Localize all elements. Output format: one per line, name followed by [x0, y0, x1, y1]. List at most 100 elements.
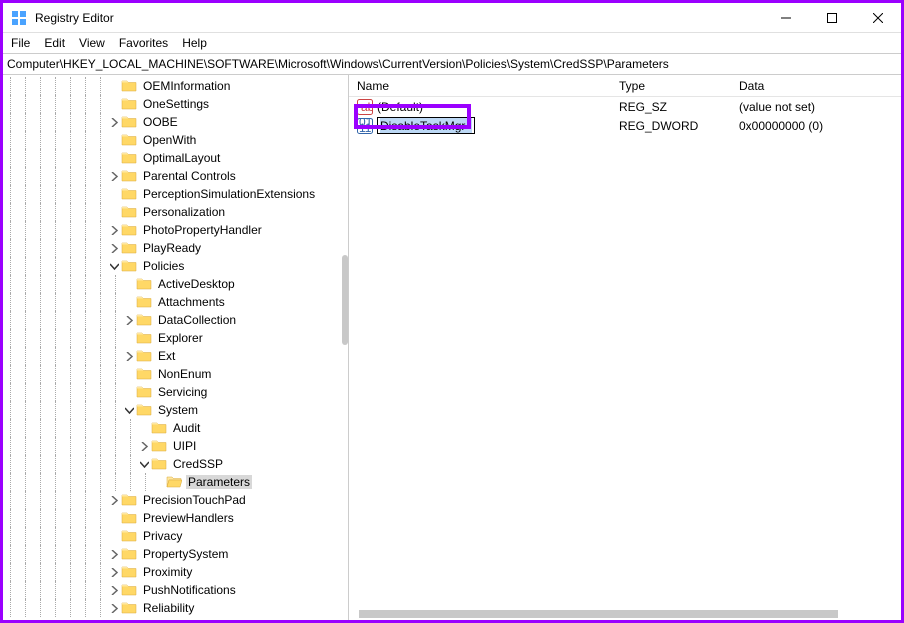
chevron-down-icon[interactable]	[138, 458, 150, 470]
chevron-right-icon[interactable]	[108, 242, 120, 254]
tree-node-label: Reliability	[141, 601, 196, 615]
chevron-down-icon[interactable]	[123, 404, 135, 416]
tree-node[interactable]: UIPI	[3, 437, 348, 455]
tree-node[interactable]: Parental Controls	[3, 167, 348, 185]
tree-node[interactable]: NonEnum	[3, 365, 348, 383]
tree-node[interactable]: Proximity	[3, 563, 348, 581]
minimize-button[interactable]	[763, 3, 809, 33]
menu-favorites[interactable]: Favorites	[119, 36, 168, 50]
tree-node[interactable]: Policies	[3, 257, 348, 275]
tree-node-label: Ext	[156, 349, 177, 363]
folder-icon	[121, 564, 141, 581]
tree-node-label: PushNotifications	[141, 583, 238, 597]
folder-icon	[121, 186, 141, 203]
tree-node[interactable]: Explorer	[3, 329, 348, 347]
chevron-right-icon[interactable]	[138, 440, 150, 452]
chevron-right-icon[interactable]	[108, 494, 120, 506]
folder-icon	[136, 276, 156, 293]
reg-dword-icon	[357, 118, 373, 134]
value-name: (Default)	[377, 100, 423, 114]
chevron-down-icon[interactable]	[108, 260, 120, 272]
tree-node-label: Personalization	[141, 205, 227, 219]
tree-node[interactable]: PlayReady	[3, 239, 348, 257]
tree-node[interactable]: CredSSP	[3, 455, 348, 473]
tree-node[interactable]: PreviewHandlers	[3, 509, 348, 527]
chevron-right-icon[interactable]	[108, 224, 120, 236]
tree-node[interactable]: Audit	[3, 419, 348, 437]
window-title: Registry Editor	[35, 11, 114, 25]
chevron-right-icon[interactable]	[123, 314, 135, 326]
list-row[interactable]: REG_DWORD0x00000000 (0)	[349, 116, 901, 135]
tree-node-label: PrecisionTouchPad	[141, 493, 248, 507]
tree-node[interactable]: ActiveDesktop	[3, 275, 348, 293]
rename-input[interactable]	[380, 118, 472, 133]
folder-icon	[121, 168, 141, 185]
folder-icon	[121, 222, 141, 239]
tree-node-label: PhotoPropertyHandler	[141, 223, 264, 237]
maximize-button[interactable]	[809, 3, 855, 33]
value-type: REG_SZ	[619, 100, 739, 114]
tree-node-label: PerceptionSimulationExtensions	[141, 187, 317, 201]
folder-icon	[151, 420, 171, 437]
tree-node[interactable]: PhotoPropertyHandler	[3, 221, 348, 239]
tree-node[interactable]: PrecisionTouchPad	[3, 491, 348, 509]
value-type: REG_DWORD	[619, 119, 739, 133]
menu-file[interactable]: File	[11, 36, 30, 50]
tree-pane[interactable]: OEMInformationOneSettingsOOBEOpenWithOpt…	[3, 75, 349, 620]
tree-node-label: Servicing	[156, 385, 209, 399]
chevron-right-icon[interactable]	[108, 170, 120, 182]
folder-icon	[136, 366, 156, 383]
tree-node-label: PreviewHandlers	[141, 511, 236, 525]
value-data: 0x00000000 (0)	[739, 119, 901, 133]
tree-scrollbar[interactable]	[342, 255, 348, 345]
tree-node[interactable]: Servicing	[3, 383, 348, 401]
tree-node-label: UIPI	[171, 439, 198, 453]
folder-icon	[121, 546, 141, 563]
folder-icon	[136, 348, 156, 365]
tree-node[interactable]: PropertySystem	[3, 545, 348, 563]
tree-node[interactable]: OptimalLayout	[3, 149, 348, 167]
folder-icon	[121, 150, 141, 167]
col-header-data[interactable]: Data	[739, 79, 901, 93]
tree-node[interactable]: Personalization	[3, 203, 348, 221]
close-button[interactable]	[855, 3, 901, 33]
rename-input-wrapper[interactable]	[377, 117, 475, 134]
chevron-right-icon[interactable]	[108, 548, 120, 560]
folder-icon	[121, 132, 141, 149]
tree-node[interactable]: DataCollection	[3, 311, 348, 329]
tree-node-label: NonEnum	[156, 367, 213, 381]
tree-node[interactable]: PushNotifications	[3, 581, 348, 599]
chevron-right-icon[interactable]	[108, 566, 120, 578]
col-header-type[interactable]: Type	[619, 79, 739, 93]
folder-icon	[121, 258, 141, 275]
list-pane[interactable]: Name Type Data (Default)REG_SZ(value not…	[349, 75, 901, 620]
tree-node[interactable]: Reliability	[3, 599, 348, 617]
app-icon	[11, 10, 27, 26]
chevron-right-icon[interactable]	[123, 350, 135, 362]
tree-node[interactable]: OOBE	[3, 113, 348, 131]
tree-node[interactable]: PerceptionSimulationExtensions	[3, 185, 348, 203]
tree-node[interactable]: OneSettings	[3, 95, 348, 113]
chevron-right-icon[interactable]	[108, 602, 120, 614]
tree-node-label: Privacy	[141, 529, 184, 543]
tree-node[interactable]: Ext	[3, 347, 348, 365]
address-path: Computer\HKEY_LOCAL_MACHINE\SOFTWARE\Mic…	[7, 57, 669, 71]
menu-help[interactable]: Help	[182, 36, 207, 50]
tree-node[interactable]: OEMInformation	[3, 77, 348, 95]
chevron-right-icon[interactable]	[108, 116, 120, 128]
folder-icon	[121, 528, 141, 545]
folder-icon	[151, 456, 171, 473]
folder-icon	[121, 582, 141, 599]
list-scrollbar-horizontal[interactable]	[359, 610, 891, 618]
tree-node[interactable]: Privacy	[3, 527, 348, 545]
list-row[interactable]: (Default)REG_SZ(value not set)	[349, 97, 901, 116]
tree-node[interactable]: OpenWith	[3, 131, 348, 149]
chevron-right-icon[interactable]	[108, 584, 120, 596]
menu-view[interactable]: View	[79, 36, 105, 50]
address-bar[interactable]: Computer\HKEY_LOCAL_MACHINE\SOFTWARE\Mic…	[3, 53, 901, 75]
tree-node[interactable]: System	[3, 401, 348, 419]
tree-node[interactable]: Attachments	[3, 293, 348, 311]
menu-edit[interactable]: Edit	[44, 36, 65, 50]
tree-node[interactable]: Parameters	[3, 473, 348, 491]
col-header-name[interactable]: Name	[349, 79, 619, 93]
